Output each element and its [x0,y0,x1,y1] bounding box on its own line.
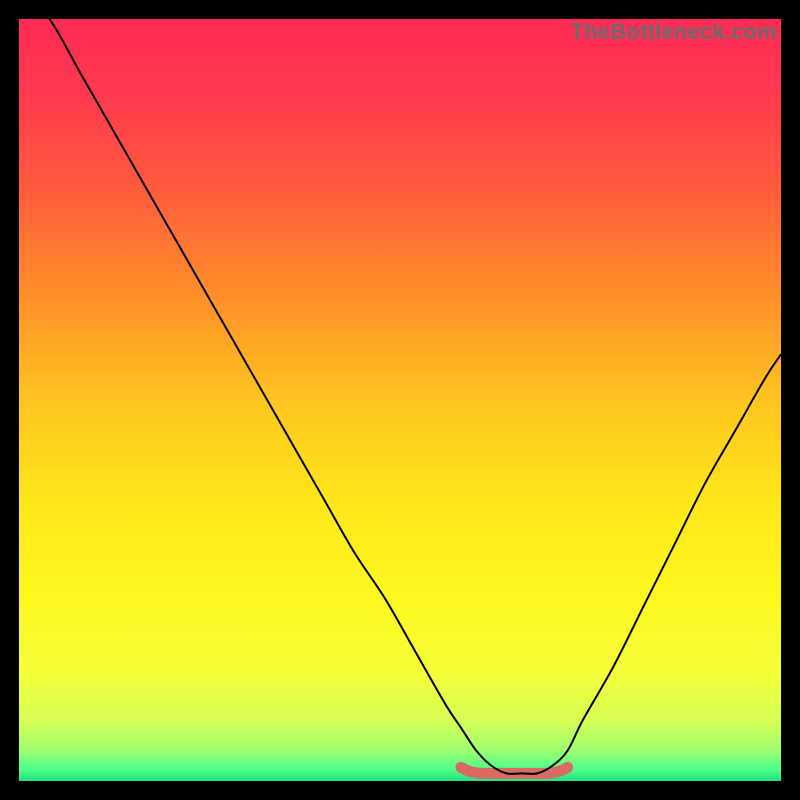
chart-frame: TheBottleneck.com [0,0,800,800]
flat-region-marker [461,767,568,773]
watermark-text: TheBottleneck.com [571,19,777,45]
plot-canvas [19,19,781,781]
gradient-background [19,19,781,781]
plot-area: TheBottleneck.com [19,19,781,781]
